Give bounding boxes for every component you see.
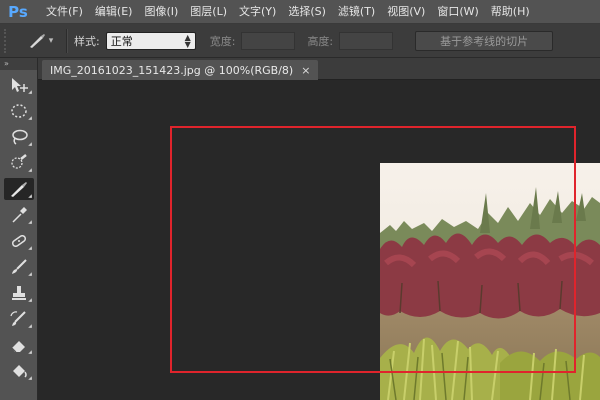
width-label: 宽度: [209,34,236,48]
tool-healing-brush[interactable] [4,230,34,252]
clone-stamp-icon [12,286,26,300]
submenu-indicator [28,246,32,250]
tool-move[interactable] [4,74,34,96]
submenu-indicator [28,376,32,380]
divider [66,28,68,53]
document-tab-title: IMG_20161023_151423.jpg @ 100%(RGB/8) [50,63,294,77]
updown-arrows-icon: ▲ ▼ [184,32,191,49]
submenu-indicator [28,272,32,276]
chevron-down-icon: ▾ [48,35,54,46]
tool-history-brush[interactable] [4,308,34,330]
menu-layer[interactable]: 图层(L) [184,0,233,24]
menu-file[interactable]: 文件(F) [40,0,89,24]
submenu-indicator [28,168,32,172]
submenu-indicator [28,298,32,302]
photoshop-logo: Ps [8,2,28,21]
height-field[interactable] [339,31,394,50]
eyedropper-icon [12,207,27,223]
slice-icon [11,182,27,197]
menu-window[interactable]: 窗口(W) [431,0,484,24]
tool-quick-selection[interactable] [4,152,34,174]
submenu-indicator [28,116,32,120]
height-label: 高度: [307,34,334,48]
menu-view[interactable]: 视图(V) [381,0,431,24]
menu-filter[interactable]: 滤镜(T) [332,0,381,24]
close-icon[interactable]: × [301,64,310,77]
options-bar: ▾ 样式: 正常 ▲ ▼ 宽度: 高度: 基于参考线的切片 [0,24,600,58]
tool-paint-bucket[interactable] [4,360,34,382]
submenu-indicator [28,142,32,146]
tools-collapse-button[interactable]: » [0,58,37,70]
eraser-icon [11,341,25,353]
submenu-indicator [28,194,32,198]
style-label: 样式: [74,34,100,48]
width-field[interactable] [241,31,296,50]
menu-select[interactable]: 选择(S) [282,0,332,24]
submenu-indicator [28,324,32,328]
paint-bucket-icon [13,365,27,378]
history-brush-icon [10,311,26,326]
tool-elliptical-marquee[interactable] [4,100,34,122]
tool-clone-stamp[interactable] [4,282,34,304]
submenu-indicator [28,220,32,224]
document-canvas[interactable] [38,80,600,400]
menu-bar: Ps 文件(F) 编辑(E) 图像(I) 图层(L) 文字(Y) 选择(S) 滤… [0,0,600,24]
tool-slice[interactable] [4,178,34,200]
tool-brush[interactable] [4,256,34,278]
brush-icon [12,259,27,274]
slice-icon [29,33,45,48]
move-icon [12,78,28,92]
submenu-indicator [28,350,32,354]
menu-image[interactable]: 图像(I) [138,0,184,24]
document-tab[interactable]: IMG_20161023_151423.jpg @ 100%(RGB/8) × [42,60,319,80]
document-tab-bar: IMG_20161023_151423.jpg @ 100%(RGB/8) × [38,58,600,80]
slices-from-guides-button[interactable]: 基于参考线的切片 [415,30,554,51]
elliptical-marquee-icon [11,104,27,118]
menu-edit[interactable]: 编辑(E) [89,0,139,24]
submenu-indicator [28,90,32,94]
healing-brush-icon [11,234,27,248]
tool-eyedropper[interactable] [4,204,34,226]
lasso-icon [12,129,28,145]
selection-rectangle[interactable] [170,126,576,373]
menu-type[interactable]: 文字(Y) [233,0,282,24]
tool-lasso[interactable] [4,126,34,148]
menu-help[interactable]: 帮助(H) [485,0,536,24]
style-select[interactable]: 正常 ▲ ▼ [105,31,196,50]
tool-eraser[interactable] [4,334,34,356]
tools-panel: » [0,58,38,400]
style-select-value: 正常 [110,34,133,48]
tool-preset-picker[interactable]: ▾ [20,29,60,53]
options-bar-grip[interactable] [4,28,14,53]
quick-selection-icon [11,154,27,169]
